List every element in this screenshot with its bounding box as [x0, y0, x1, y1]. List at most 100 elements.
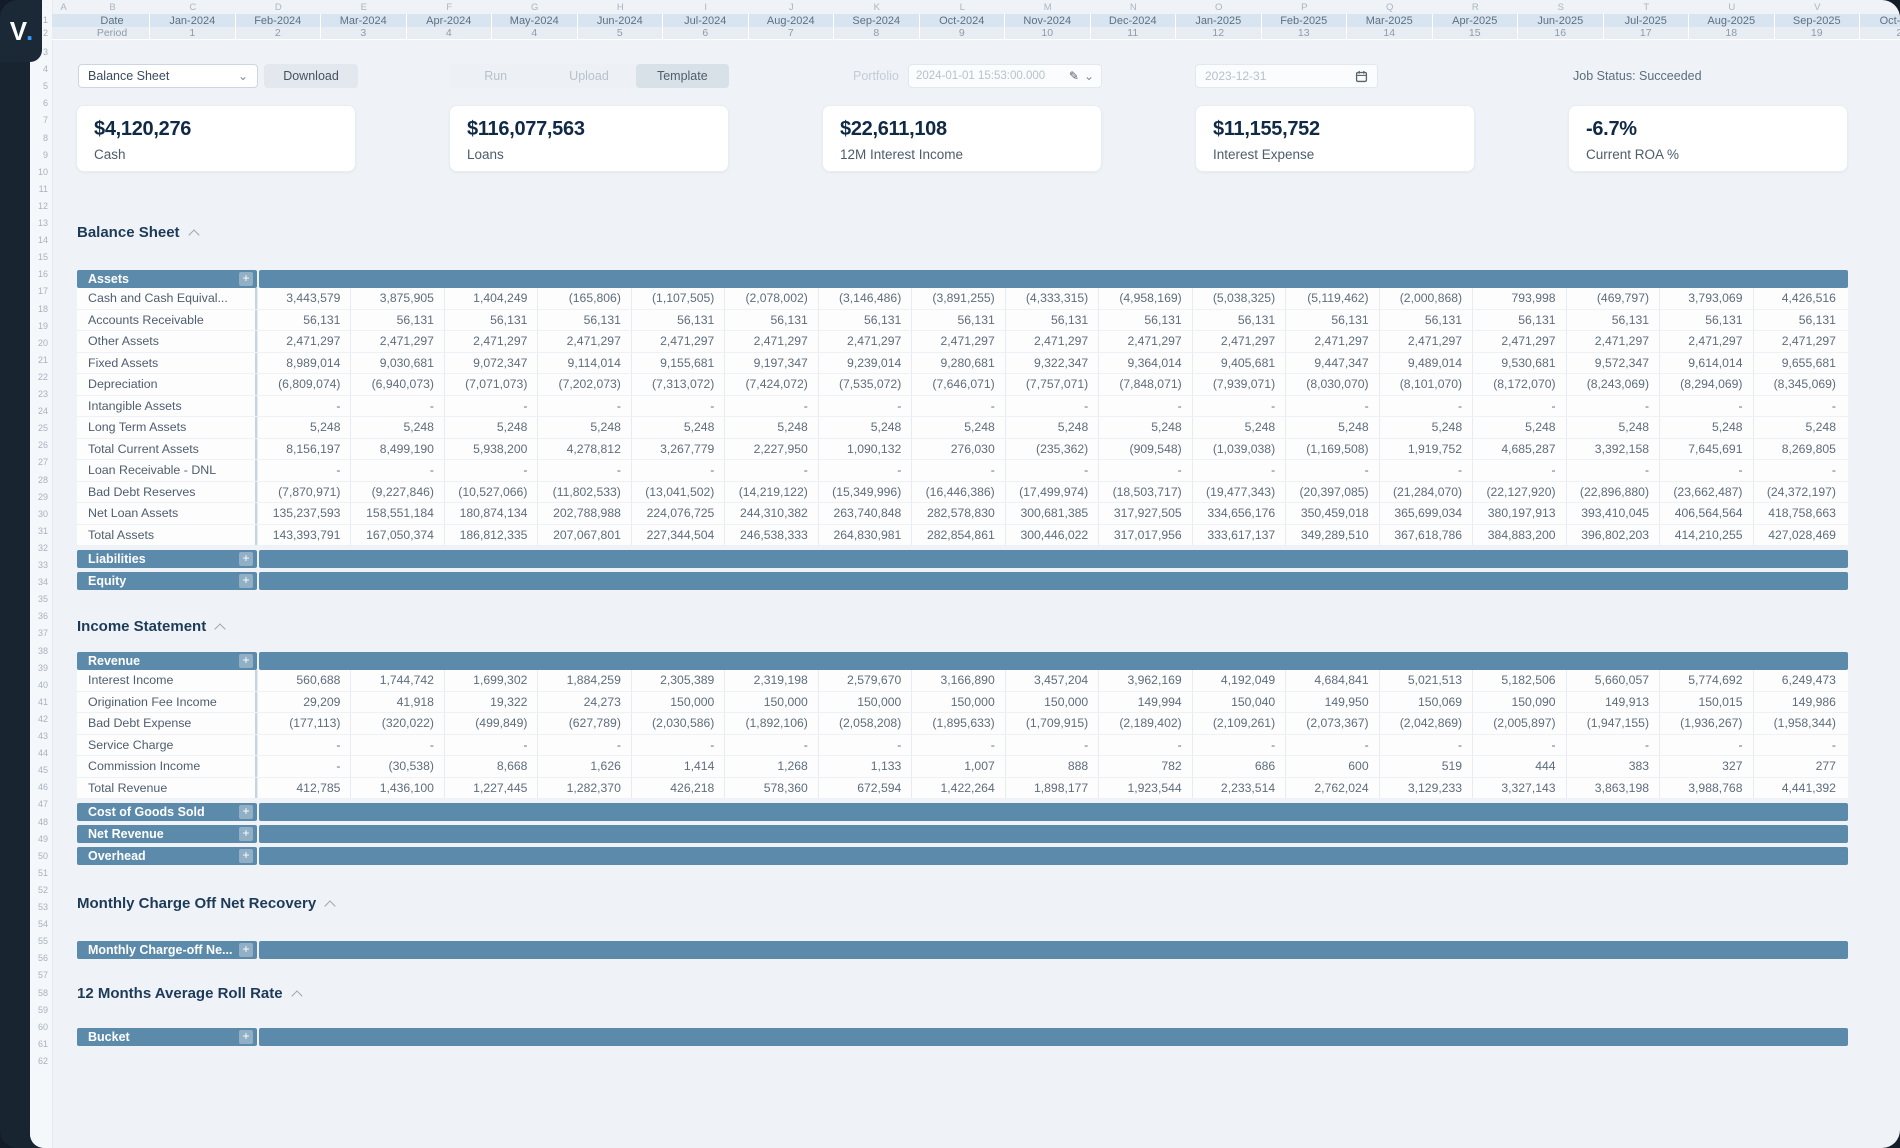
cell[interactable]: (469,797) — [1566, 288, 1659, 309]
table-group-bar[interactable]: Liabilities+ — [77, 550, 1848, 568]
cell[interactable]: 3,457,204 — [1005, 670, 1098, 691]
cell[interactable]: 276,030 — [911, 439, 1004, 460]
cell[interactable]: 150,000 — [911, 692, 1004, 713]
cell[interactable]: 1,898,177 — [1005, 778, 1098, 799]
cell[interactable]: 5,248 — [1753, 417, 1846, 438]
cell[interactable]: (909,548) — [1098, 439, 1191, 460]
month-header-cell[interactable]: Mar-2025 — [1347, 14, 1433, 27]
period-header-cell[interactable]: 11 — [1091, 27, 1177, 39]
month-header-cell[interactable]: Apr-2024 — [407, 14, 493, 27]
cell[interactable]: 2,471,297 — [444, 331, 537, 352]
cell[interactable]: 2,471,297 — [1753, 331, 1846, 352]
cell[interactable]: 519 — [1379, 756, 1472, 777]
cell[interactable]: 5,248 — [257, 417, 350, 438]
cell[interactable]: (4,958,169) — [1098, 288, 1191, 309]
cell[interactable]: 143,393,791 — [257, 525, 350, 546]
cell[interactable]: 282,578,830 — [911, 503, 1004, 524]
cell[interactable]: (7,870,971) — [257, 482, 350, 503]
cell[interactable]: 317,017,956 — [1098, 525, 1191, 546]
period-header-cell[interactable]: 13 — [1262, 27, 1348, 39]
cell[interactable]: - — [350, 460, 443, 481]
cell[interactable]: (2,042,869) — [1379, 713, 1472, 734]
period-header-cell[interactable]: 17 — [1604, 27, 1690, 39]
cell[interactable]: - — [1285, 460, 1378, 481]
group-bar-label[interactable]: Monthly Charge-off Ne...+ — [77, 941, 257, 959]
cell[interactable]: 149,950 — [1285, 692, 1378, 713]
run-button[interactable]: Run — [449, 64, 542, 88]
cell[interactable]: 4,278,812 — [537, 439, 630, 460]
cell[interactable]: 300,446,022 — [1005, 525, 1098, 546]
cell[interactable]: 4,685,287 — [1472, 439, 1565, 460]
cell[interactable]: (2,073,367) — [1285, 713, 1378, 734]
cell[interactable]: - — [1192, 396, 1285, 417]
cell[interactable]: - — [444, 735, 537, 756]
period-header-cell[interactable]: 9 — [920, 27, 1006, 39]
cell[interactable]: - — [1379, 460, 1472, 481]
add-icon[interactable]: + — [239, 574, 253, 588]
cell[interactable]: (320,022) — [350, 713, 443, 734]
cell[interactable]: 406,564,564 — [1659, 503, 1752, 524]
cell[interactable]: 56,131 — [1379, 310, 1472, 331]
cell[interactable]: 5,248 — [724, 417, 817, 438]
cell[interactable]: 264,830,981 — [818, 525, 911, 546]
group-bar-label[interactable]: Assets+ — [77, 270, 257, 288]
cell[interactable]: (10,527,066) — [444, 482, 537, 503]
cell[interactable]: 227,344,504 — [631, 525, 724, 546]
cell[interactable]: (20,397,085) — [1285, 482, 1378, 503]
month-header-cell[interactable]: Sep-2024 — [834, 14, 920, 27]
period-header-cell[interactable]: 5 — [578, 27, 664, 39]
cell[interactable]: 56,131 — [911, 310, 1004, 331]
cell[interactable]: - — [257, 460, 350, 481]
cell[interactable]: (1,039,038) — [1192, 439, 1285, 460]
cell[interactable]: (2,109,261) — [1192, 713, 1285, 734]
cell[interactable]: 9,030,681 — [350, 353, 443, 374]
cell[interactable]: 3,988,768 — [1659, 778, 1752, 799]
cell[interactable]: 150,000 — [818, 692, 911, 713]
section-title-balance-sheet[interactable]: Balance Sheet — [77, 224, 198, 241]
cell[interactable]: 244,310,382 — [724, 503, 817, 524]
cell[interactable]: 3,863,198 — [1566, 778, 1659, 799]
cell[interactable]: - — [537, 735, 630, 756]
cell[interactable]: 2,471,297 — [537, 331, 630, 352]
cell[interactable]: (13,041,502) — [631, 482, 724, 503]
cell[interactable]: (14,219,122) — [724, 482, 817, 503]
group-bar-label[interactable]: Revenue+ — [77, 652, 257, 670]
cell[interactable]: 150,000 — [631, 692, 724, 713]
cell[interactable]: - — [911, 396, 1004, 417]
cell[interactable]: (1,936,267) — [1659, 713, 1752, 734]
cell[interactable]: 9,114,014 — [537, 353, 630, 374]
cell[interactable]: (499,849) — [444, 713, 537, 734]
cell[interactable]: 8,269,805 — [1753, 439, 1846, 460]
cell[interactable]: (7,939,071) — [1192, 374, 1285, 395]
period-header-cell[interactable]: 10 — [1005, 27, 1091, 39]
cell[interactable]: 2,471,297 — [257, 331, 350, 352]
cell[interactable]: 1,007 — [911, 756, 1004, 777]
cell[interactable]: 3,129,233 — [1379, 778, 1472, 799]
period-header-cell[interactable]: 8 — [834, 27, 920, 39]
cell[interactable]: 5,248 — [1192, 417, 1285, 438]
cell[interactable]: 207,067,801 — [537, 525, 630, 546]
table-group-bar[interactable]: Cost of Goods Sold+ — [77, 803, 1848, 821]
cell[interactable]: 150,000 — [724, 692, 817, 713]
cell[interactable]: 327 — [1659, 756, 1752, 777]
cell[interactable]: 5,248 — [1659, 417, 1752, 438]
cell[interactable]: 396,802,203 — [1566, 525, 1659, 546]
cell[interactable]: - — [724, 460, 817, 481]
cell[interactable]: - — [1566, 735, 1659, 756]
cell[interactable]: (22,896,880) — [1566, 482, 1659, 503]
cell[interactable]: (15,349,996) — [818, 482, 911, 503]
cell[interactable]: 56,131 — [537, 310, 630, 331]
cell[interactable]: 317,927,505 — [1098, 503, 1191, 524]
cell[interactable]: 1,626 — [537, 756, 630, 777]
cell[interactable]: (1,169,508) — [1285, 439, 1378, 460]
add-icon[interactable]: + — [239, 552, 253, 566]
period-header-cell[interactable]: 6 — [663, 27, 749, 39]
cell[interactable]: 56,131 — [444, 310, 537, 331]
portfolio-datetime-input[interactable]: 2024-01-01 15:53:00.000 ✎ ⌄ — [908, 64, 1102, 88]
month-header-cell[interactable]: Dec-2024 — [1091, 14, 1177, 27]
cell[interactable]: (2,000,868) — [1379, 288, 1472, 309]
cell[interactable]: 2,319,198 — [724, 670, 817, 691]
cell[interactable]: - — [1659, 735, 1752, 756]
cell[interactable]: 149,986 — [1753, 692, 1846, 713]
cell[interactable]: (23,662,487) — [1659, 482, 1752, 503]
